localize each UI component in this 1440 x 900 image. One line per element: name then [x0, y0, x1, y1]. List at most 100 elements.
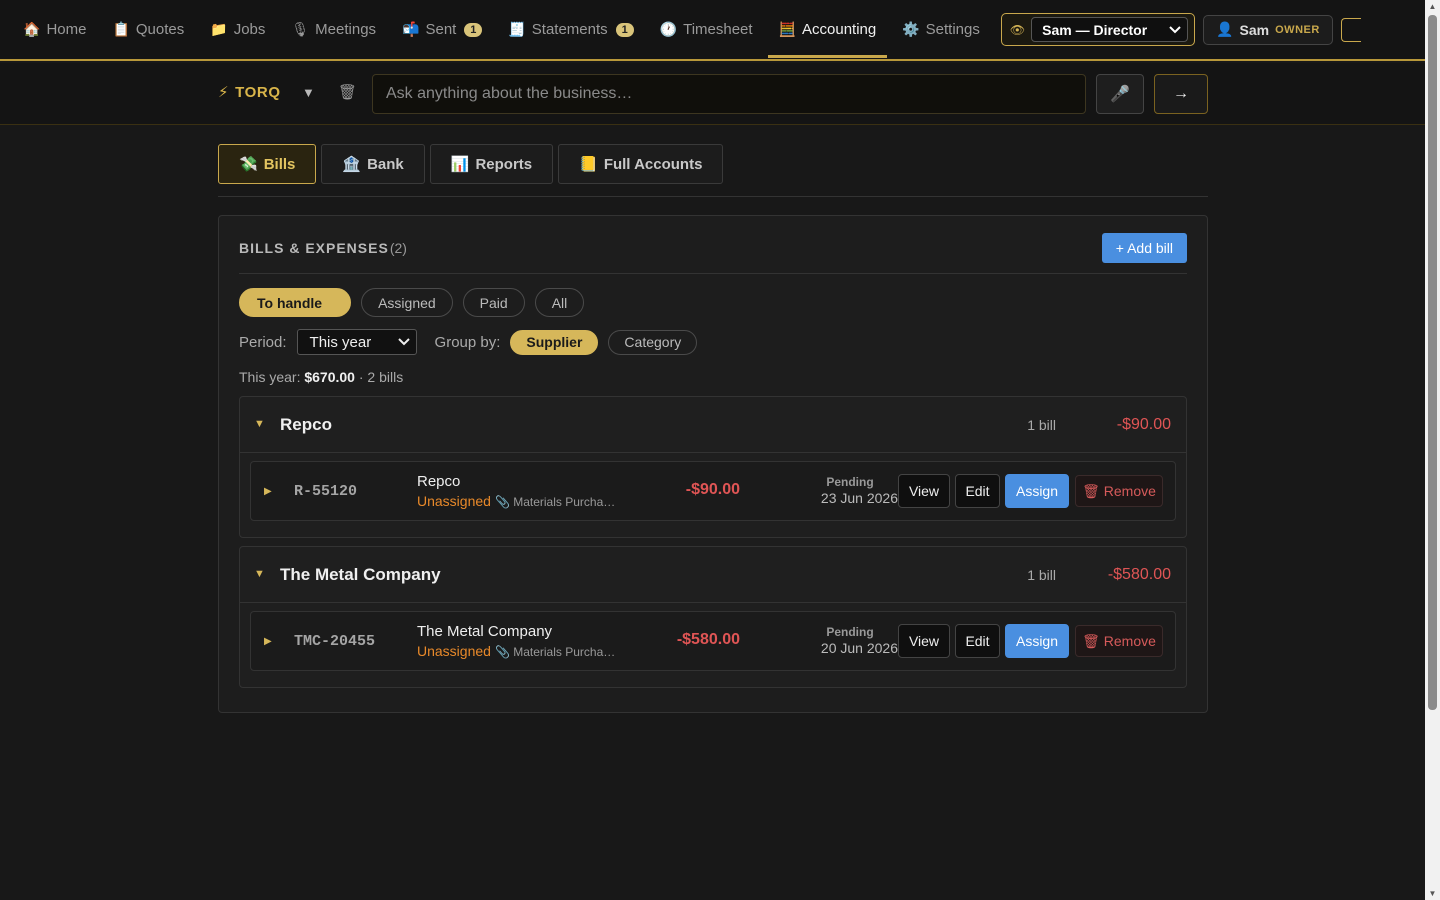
- chevron-down-icon: [397, 338, 410, 346]
- microphone-icon: 🎙: [291, 21, 310, 37]
- bill-category: 📎 Materials Purcha…: [494, 495, 616, 509]
- nav-jobs[interactable]: 📁 Jobs: [199, 1, 276, 58]
- bill-supplier: Repco: [417, 473, 461, 490]
- tab-label: Bills: [263, 155, 296, 173]
- mic-button[interactable]: 🎤: [1096, 74, 1144, 114]
- caret-right-icon[interactable]: ▶: [264, 486, 272, 497]
- chevron-down-icon: [1169, 25, 1181, 33]
- divider: [218, 196, 1208, 197]
- nav-accounting[interactable]: 🧮 Accounting: [767, 1, 888, 58]
- bill-category: 📎 Materials Purcha…: [494, 645, 616, 659]
- top-nav: 🏠 Home 📋 Quotes 📁 Jobs 🎙 Meetings 📬 Sent…: [0, 0, 1425, 61]
- gear-icon: ⚙️: [902, 21, 920, 37]
- send-button[interactable]: →: [1154, 74, 1208, 114]
- period-select[interactable]: This year: [296, 329, 417, 355]
- caret-down-icon[interactable]: ▼: [302, 85, 315, 100]
- bill-meta: Unassigned 📎 Materials Purcha…: [417, 643, 615, 659]
- user-menu-button[interactable]: 👤 Sam OWNER: [1203, 14, 1333, 45]
- group-name: The Metal Company: [280, 565, 441, 584]
- trash-icon[interactable]: 🗑: [338, 83, 357, 101]
- nav-statements[interactable]: 🧾 Statements 1: [497, 1, 644, 58]
- mailbox-icon: 📬: [402, 21, 420, 37]
- scroll-thumb[interactable]: [1428, 15, 1437, 710]
- nav-sent[interactable]: 📬 Sent 1: [391, 1, 493, 58]
- bill-row: ▶ TMC-20455 The Metal Company Unassigned…: [250, 611, 1176, 671]
- group-count: 1 bill: [1027, 417, 1056, 433]
- nav-label: Statements: [531, 21, 608, 38]
- assign-button[interactable]: Assign: [1005, 474, 1069, 508]
- nav-home[interactable]: 🏠 Home: [12, 1, 97, 58]
- filter-all[interactable]: All: [534, 288, 585, 317]
- assign-status: Unassigned: [417, 493, 491, 509]
- nav-settings[interactable]: ⚙️ Settings: [891, 1, 991, 58]
- ask-input[interactable]: [372, 74, 1086, 114]
- folder-icon: 📁: [210, 21, 228, 37]
- money-icon: 💸: [239, 156, 258, 173]
- tab-label: Full Accounts: [603, 155, 703, 173]
- status-filters: To handle Assigned Paid All: [239, 288, 585, 317]
- role-select[interactable]: Sam — Director: [1031, 17, 1189, 42]
- scroll-down-icon[interactable]: ▼: [1428, 889, 1437, 898]
- remove-button[interactable]: 🗑 Remove: [1075, 475, 1163, 507]
- assign-button[interactable]: Assign: [1005, 624, 1069, 658]
- bill-status: Pending: [826, 475, 874, 489]
- nav-label: Quotes: [135, 21, 185, 38]
- user-icon: 👤: [1216, 21, 1234, 37]
- bill-date: 20 Jun 2026: [820, 640, 898, 656]
- summary-suffix: · 2 bills: [358, 369, 404, 385]
- edit-button[interactable]: Edit: [955, 474, 1000, 508]
- microphone-icon: 🎤: [1110, 86, 1130, 103]
- role-select-value: Sam — Director: [1042, 21, 1148, 38]
- nav-label: Timesheet: [683, 21, 753, 38]
- user-name: Sam: [1239, 21, 1270, 38]
- caret-down-icon: ▼: [254, 568, 265, 580]
- scroll-up-icon[interactable]: ▲: [1428, 2, 1437, 11]
- bank-icon: 🏦: [342, 156, 362, 173]
- panel-count: (2): [389, 240, 407, 256]
- tab-bank[interactable]: 🏦 Bank: [321, 144, 425, 184]
- edit-button[interactable]: Edit: [955, 624, 1000, 658]
- bills-summary: This year: $670.00 · 2 bills: [239, 369, 403, 385]
- view-button[interactable]: View: [898, 624, 950, 658]
- page-scrollbar[interactable]: ▲ ▼: [1425, 0, 1440, 900]
- group-header[interactable]: ▼ Repco 1 bill -$90.00: [240, 397, 1186, 453]
- eye-icon: 👁: [1009, 22, 1026, 37]
- nav-meetings[interactable]: 🎙 Meetings: [280, 1, 387, 58]
- tab-bills[interactable]: 💸 Bills: [218, 144, 317, 184]
- bill-meta: Unassigned 📎 Materials Purcha…: [417, 493, 615, 509]
- caret-right-icon[interactable]: ▶: [264, 636, 272, 647]
- brand-selector[interactable]: ⚡ TORQ: [218, 83, 281, 102]
- abacus-icon: 🧮: [778, 21, 797, 37]
- remove-button[interactable]: 🗑 Remove: [1075, 625, 1163, 657]
- add-bill-button[interactable]: + Add bill: [1101, 233, 1187, 263]
- groupby-label: Group by:: [434, 333, 501, 351]
- tab-reports[interactable]: 📊 Reports: [429, 144, 554, 184]
- filter-assigned[interactable]: Assigned: [361, 288, 453, 317]
- group-count: 1 bill: [1027, 567, 1056, 583]
- period-label: Period:: [239, 333, 287, 351]
- groupby-category[interactable]: Category: [608, 329, 698, 355]
- view-button[interactable]: View: [898, 474, 950, 508]
- bill-amount: -$90.00: [685, 481, 740, 498]
- group-amount: -$90.00: [1116, 416, 1171, 433]
- supplier-group: ▼ Repco 1 bill -$90.00 ▶ R-55120 Repco U…: [239, 396, 1187, 538]
- nav-timesheet[interactable]: 🕐 Timesheet: [649, 1, 764, 58]
- bill-row: ▶ R-55120 Repco Unassigned 📎 Materials Pu…: [250, 461, 1176, 521]
- group-header[interactable]: ▼ The Metal Company 1 bill -$580.00: [240, 547, 1186, 603]
- filter-to-handle[interactable]: To handle: [239, 288, 352, 317]
- summary-total: $670.00: [304, 369, 355, 385]
- count-badge: 1: [464, 22, 483, 37]
- overflow-button[interactable]: [1340, 17, 1361, 42]
- bill-status: Pending: [826, 625, 874, 639]
- group-amount: -$580.00: [1107, 566, 1171, 583]
- tab-full-accounts[interactable]: 📒 Full Accounts: [558, 144, 724, 184]
- nav-quotes[interactable]: 📋 Quotes: [101, 1, 195, 58]
- receipt-icon: 🧾: [508, 21, 526, 37]
- user-role-badge: OWNER: [1275, 23, 1320, 36]
- arrow-right-icon: →: [1173, 85, 1189, 102]
- groupby-supplier[interactable]: Supplier: [510, 329, 599, 355]
- filter-paid[interactable]: Paid: [462, 288, 525, 317]
- caret-down-icon: ▼: [254, 418, 265, 430]
- panel-title: BILLS & EXPENSES(2): [239, 240, 407, 256]
- period-select-value: This year: [309, 333, 372, 351]
